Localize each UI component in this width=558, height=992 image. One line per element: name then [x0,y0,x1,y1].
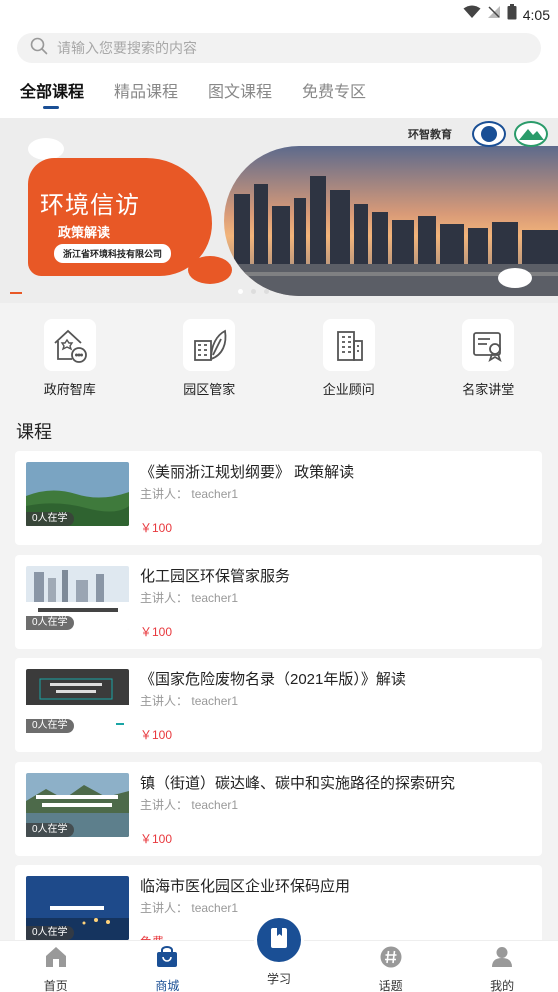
tab-label: 免费专区 [302,84,367,101]
quick-label: 政府智库 [43,382,96,397]
nav-mall[interactable]: 商城 [112,941,224,992]
section-title: 课程 [16,422,52,442]
nav-study-label: 学习 [267,972,292,986]
nav-topics[interactable]: 话题 [335,941,447,992]
tab-free-zone[interactable]: 免费专区 [302,78,366,108]
course-card[interactable]: 0人在学 镇（街道）碳达峰、碳中和实施路径的探索研究 主讲人： teacher1… [15,761,542,856]
pagination-dot[interactable] [264,289,269,294]
course-tabs: 全部课程 精品课程 图文课程 免费专区 [20,78,366,109]
quick-label: 企业顾问 [322,382,375,397]
banner-title: 环境信访 [40,191,140,219]
shopping-bag-icon [155,946,179,973]
nav-study-button[interactable] [257,918,301,962]
quick-item-government-think-tank[interactable]: 政府智库 [0,303,140,408]
quick-menu: 政府智库 园区管家 企业顾问 名家讲堂 [0,303,558,408]
tab-label: 精品课程 [114,84,179,101]
nav-label: 话题 [378,979,403,992]
office-building-icon [322,319,375,371]
course-teacher: 主讲人： teacher1 [140,901,239,915]
course-card[interactable]: 0人在学 《国家危险废物名录（2021年版）》解读 主讲人： teacher1 … [15,658,542,752]
search-bar[interactable]: 请输入您要搜索的内容 [17,33,541,63]
banner-company: 浙江省环境科技有限公司 [54,244,172,263]
quick-label: 园区管家 [183,382,236,397]
course-title: 《国家危险废物名录（2021年版）》解读 [140,671,406,688]
course-title: 镇（街道）碳达峰、碳中和实施路径的探索研究 [140,774,456,792]
learners-badge: 0人在学 [26,926,74,940]
search-input[interactable]: 请输入您要搜索的内容 [57,38,197,58]
course-price: ￥100 [140,728,173,742]
status-bar: 4:05 [0,0,558,26]
tab-active-indicator [43,106,59,109]
course-teacher: 主讲人： teacher1 [140,487,239,501]
course-price: ￥100 [140,521,173,535]
nav-label: 我的 [490,979,515,992]
tab-graphic-courses[interactable]: 图文课程 [208,78,272,108]
pagination-dot[interactable] [251,289,256,294]
learners-badge: 0人在学 [26,615,74,630]
learners-badge: 0人在学 [26,719,74,733]
nav-mine[interactable]: 我的 [446,941,558,992]
quick-item-park-steward[interactable]: 园区管家 [140,303,280,408]
banner-brand: 环智教育 [408,128,452,141]
nav-home[interactable]: 首页 [0,941,112,992]
quick-label: 名家讲堂 [462,382,515,397]
course-title: 临海市医化园区企业环保码应用 [140,878,351,895]
quick-item-expert-lecture[interactable]: 名家讲堂 [419,303,558,408]
course-card[interactable]: 0人在学 化工园区环保管家服务 主讲人： teacher1 ￥100 [15,554,542,649]
course-title: 化工园区环保管家服务 [140,567,291,585]
hashtag-icon [379,946,403,973]
tab-premium-courses[interactable]: 精品课程 [114,78,178,108]
learners-badge: 0人在学 [26,822,74,837]
no-signal-icon [487,5,501,24]
status-time: 4:05 [522,6,550,23]
wifi-icon [463,5,481,24]
mountain-logo-icon [514,121,548,147]
government-house-icon [43,319,96,371]
lecture-certificate-icon [462,319,515,371]
course-card[interactable]: 0人在学 《美丽浙江规划纲要》 政策解读 主讲人： teacher1 ￥100 [15,451,542,545]
course-price: ￥100 [140,624,173,639]
park-building-icon [183,319,236,371]
book-icon [269,927,289,954]
course-teacher: 主讲人： teacher1 [140,590,239,605]
search-icon [30,37,48,60]
course-title: 《美丽浙江规划纲要》 政策解读 [140,464,355,481]
banner-pagination [238,289,269,294]
course-list: 0人在学 《美丽浙江规划纲要》 政策解读 主讲人： teacher1 ￥100 … [15,451,542,969]
brand-logo-icon [472,121,506,147]
banner-subtitle: 政策解读 [58,225,111,240]
nav-label: 首页 [43,979,68,992]
home-icon [44,946,68,973]
pagination-dot[interactable] [238,289,243,294]
quick-item-enterprise-advisor[interactable]: 企业顾问 [279,303,419,408]
learners-badge: 0人在学 [26,512,74,526]
tab-all-courses[interactable]: 全部课程 [20,78,85,109]
header: 请输入您要搜索的内容 全部课程 精品课程 图文课程 免费专区 [0,26,558,118]
tab-label: 图文课程 [208,84,273,101]
promo-banner[interactable]: 环境信访 政策解读 浙江省环境科技有限公司 环智教育 [0,118,558,303]
course-teacher: 主讲人： teacher1 [140,797,239,812]
course-teacher: 主讲人： teacher1 [140,694,239,708]
tab-label: 全部课程 [20,84,85,101]
user-icon [490,946,514,973]
course-price: ￥100 [140,831,173,846]
battery-icon [507,4,517,25]
nav-label: 商城 [155,979,180,992]
